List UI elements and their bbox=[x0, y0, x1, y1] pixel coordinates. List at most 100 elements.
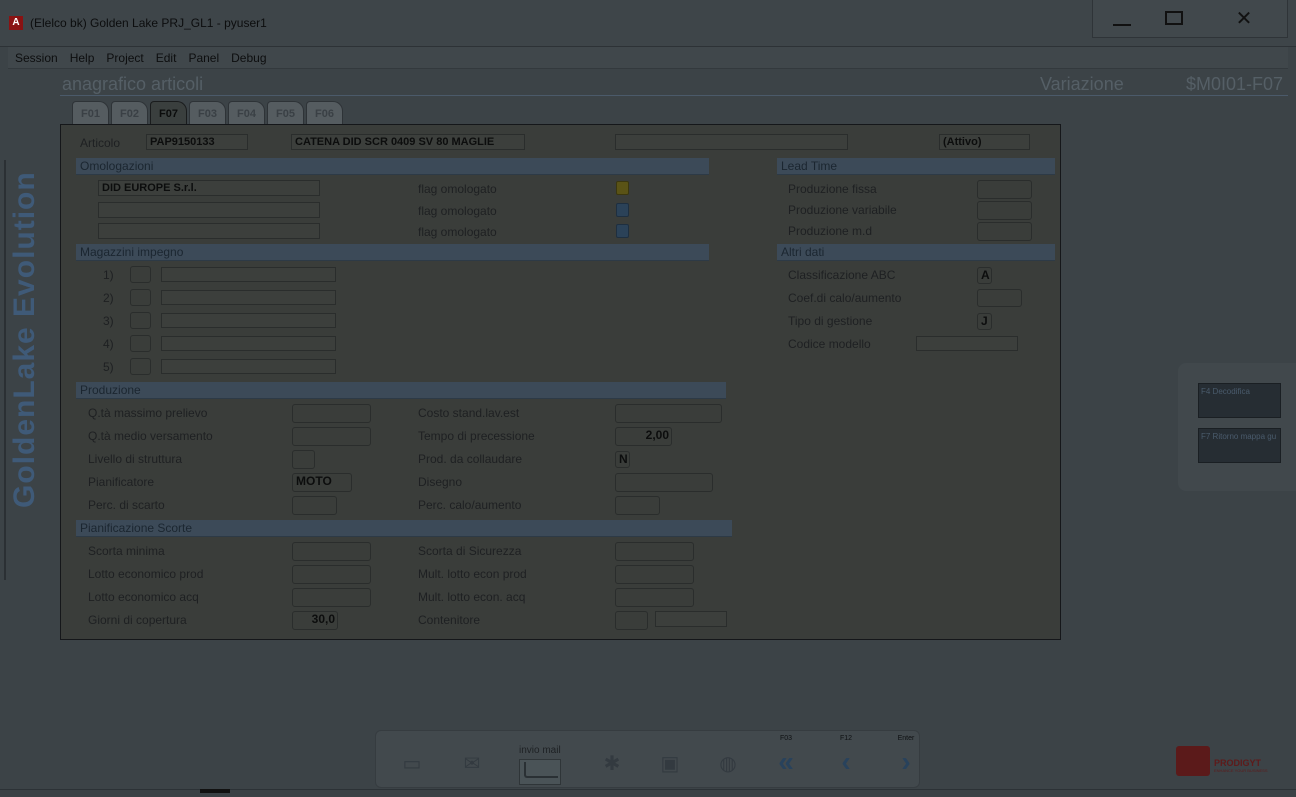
tab-f02[interactable]: F02 bbox=[111, 101, 148, 125]
mult-lotto-acq-field[interactable] bbox=[615, 588, 694, 607]
invio-mail-button[interactable] bbox=[519, 759, 561, 785]
codice-modello-field[interactable] bbox=[916, 336, 1018, 351]
lotto-economico-acq-field[interactable] bbox=[292, 588, 371, 607]
window-title: (Elelco bk) Golden Lake PRJ_GL1 - pyuser… bbox=[30, 16, 267, 30]
toolbar-button-5[interactable]: ▣ bbox=[652, 731, 688, 789]
enter-button[interactable]: Enter › bbox=[886, 731, 926, 789]
tab-f06[interactable]: F06 bbox=[306, 101, 343, 125]
scorta-minima-field[interactable] bbox=[292, 542, 371, 561]
double-chevron-left-icon: « bbox=[778, 746, 794, 777]
document-icon: ▭ bbox=[402, 753, 422, 775]
close-button[interactable]: ✕ bbox=[1219, 4, 1269, 32]
side-actions-panel: F4 Decodifica F7 Ritorno mappa gu bbox=[1178, 363, 1296, 491]
pianificatore-field[interactable]: MOTO bbox=[292, 473, 352, 492]
flag-omologato-checkbox-1[interactable] bbox=[616, 181, 629, 195]
flag-omologato-label-1: flag omologato bbox=[418, 182, 497, 196]
scorta-minima-label: Scorta minima bbox=[88, 544, 165, 558]
mult-lotto-prod-field[interactable] bbox=[615, 565, 694, 584]
flag-omologato-checkbox-2[interactable] bbox=[616, 203, 629, 217]
qta-massimo-prelievo-label: Q.tà massimo prelievo bbox=[88, 406, 208, 420]
header-divider bbox=[60, 95, 1288, 96]
menu-panel[interactable]: Panel bbox=[188, 51, 219, 65]
f03-button[interactable]: F03 « bbox=[766, 731, 806, 789]
chevron-right-icon: › bbox=[901, 746, 911, 777]
article-description-field[interactable]: CATENA DID SCR 0409 SV 80 MAGLIE bbox=[291, 134, 525, 150]
maximize-button[interactable] bbox=[1149, 4, 1199, 32]
perc-scarto-field[interactable] bbox=[292, 496, 337, 515]
f12-button[interactable]: F12 ‹ bbox=[826, 731, 866, 789]
livello-struttura-field[interactable] bbox=[292, 450, 315, 469]
disegno-field[interactable] bbox=[615, 473, 713, 492]
bottom-toolbar: ▭ ✉ invio mail ✱ ▣ ◍ F03 « F12 ‹ Enter › bbox=[375, 730, 920, 788]
lotto-economico-prod-label: Lotto economico prod bbox=[88, 567, 204, 581]
close-icon: ✕ bbox=[1235, 7, 1253, 30]
toolbar-button-6[interactable]: ◍ bbox=[710, 731, 746, 789]
tab-f04[interactable]: F04 bbox=[228, 101, 265, 125]
produzione-variabile-field[interactable] bbox=[977, 201, 1032, 220]
decodifica-button[interactable]: F4 Decodifica bbox=[1198, 383, 1281, 418]
magazzino-desc-3[interactable] bbox=[161, 313, 336, 328]
tempo-precessione-field[interactable]: 2,00 bbox=[615, 427, 672, 446]
printer-icon: ▣ bbox=[660, 753, 680, 775]
minimize-button[interactable] bbox=[1097, 4, 1147, 32]
qta-medio-versamento-field[interactable] bbox=[292, 427, 371, 446]
logo-mark bbox=[1176, 746, 1210, 776]
toolbar-button-2[interactable]: ✉ bbox=[454, 731, 490, 789]
mode-label: Variazione bbox=[1040, 74, 1124, 94]
flag-omologato-checkbox-3[interactable] bbox=[616, 224, 629, 238]
magazzino-code-2[interactable] bbox=[130, 289, 151, 306]
tempo-precessione-label: Tempo di precessione bbox=[418, 429, 535, 443]
codice-modello-label: Codice modello bbox=[788, 337, 871, 351]
menu-project[interactable]: Project bbox=[106, 51, 143, 65]
article-code-field[interactable]: PAP9150133 bbox=[146, 134, 248, 150]
lotto-economico-prod-field[interactable] bbox=[292, 565, 371, 584]
toolbar-button-1[interactable]: ▭ bbox=[394, 731, 430, 789]
menu-edit[interactable]: Edit bbox=[156, 51, 177, 65]
tipo-gestione-field[interactable]: J bbox=[977, 313, 992, 330]
scorta-sicurezza-field[interactable] bbox=[615, 542, 694, 561]
magazzino-code-3[interactable] bbox=[130, 312, 151, 329]
coef-calo-field[interactable] bbox=[977, 289, 1022, 307]
menu-debug[interactable]: Debug bbox=[231, 51, 266, 65]
magazzino-desc-1[interactable] bbox=[161, 267, 336, 282]
qta-massimo-prelievo-field[interactable] bbox=[292, 404, 371, 423]
contenitore-field[interactable] bbox=[615, 611, 648, 630]
page-title: anagrafico articoli bbox=[62, 74, 204, 94]
magazzino-index-1: 1) bbox=[103, 268, 114, 282]
toolbar-button-4[interactable]: ✱ bbox=[594, 731, 630, 789]
menu-help[interactable]: Help bbox=[70, 51, 95, 65]
prod-collaudare-field[interactable]: N bbox=[615, 451, 630, 468]
magazzino-desc-2[interactable] bbox=[161, 290, 336, 305]
magazzino-index-5: 5) bbox=[103, 360, 114, 374]
produzione-md-field[interactable] bbox=[977, 222, 1032, 241]
contenitore-desc-field[interactable] bbox=[655, 611, 727, 627]
magazzino-code-4[interactable] bbox=[130, 335, 151, 352]
magazzino-desc-5[interactable] bbox=[161, 359, 336, 374]
classificazione-abc-field[interactable]: A bbox=[977, 267, 992, 284]
tab-f07[interactable]: F07 bbox=[150, 101, 187, 125]
magazzino-desc-4[interactable] bbox=[161, 336, 336, 351]
perc-calo-field[interactable] bbox=[615, 496, 660, 515]
mult-lotto-prod-label: Mult. lotto econ prod bbox=[418, 567, 527, 581]
section-lead-time: Lead Time bbox=[777, 158, 1055, 175]
costo-stand-field[interactable] bbox=[615, 404, 722, 423]
section-omologazioni: Omologazioni bbox=[76, 158, 709, 175]
article-extra-field[interactable] bbox=[615, 134, 848, 150]
omologazione-field-1[interactable]: DID EUROPE S.r.l. bbox=[98, 180, 320, 196]
omologazione-field-3[interactable] bbox=[98, 223, 320, 239]
tab-f03[interactable]: F03 bbox=[189, 101, 226, 125]
tab-f05[interactable]: F05 bbox=[267, 101, 304, 125]
scorta-sicurezza-label: Scorta di Sicurezza bbox=[418, 544, 522, 558]
logo-subtext: ENHANCE YOUR BUSINESS bbox=[1214, 768, 1268, 773]
minimize-icon bbox=[1113, 24, 1131, 26]
mail-icon: ✉ bbox=[463, 753, 481, 775]
omologazione-field-2[interactable] bbox=[98, 202, 320, 218]
magazzino-code-1[interactable] bbox=[130, 266, 151, 283]
ritorno-mappa-button[interactable]: F7 Ritorno mappa gu bbox=[1198, 428, 1281, 463]
tab-f01[interactable]: F01 bbox=[72, 101, 109, 125]
produzione-fissa-field[interactable] bbox=[977, 180, 1032, 199]
giorni-copertura-field[interactable]: 30,0 bbox=[292, 611, 338, 630]
menu-session[interactable]: Session bbox=[15, 51, 58, 65]
tab-strip: F01 F02 F07 F03 F04 F05 F06 bbox=[72, 101, 345, 125]
magazzino-code-5[interactable] bbox=[130, 358, 151, 375]
